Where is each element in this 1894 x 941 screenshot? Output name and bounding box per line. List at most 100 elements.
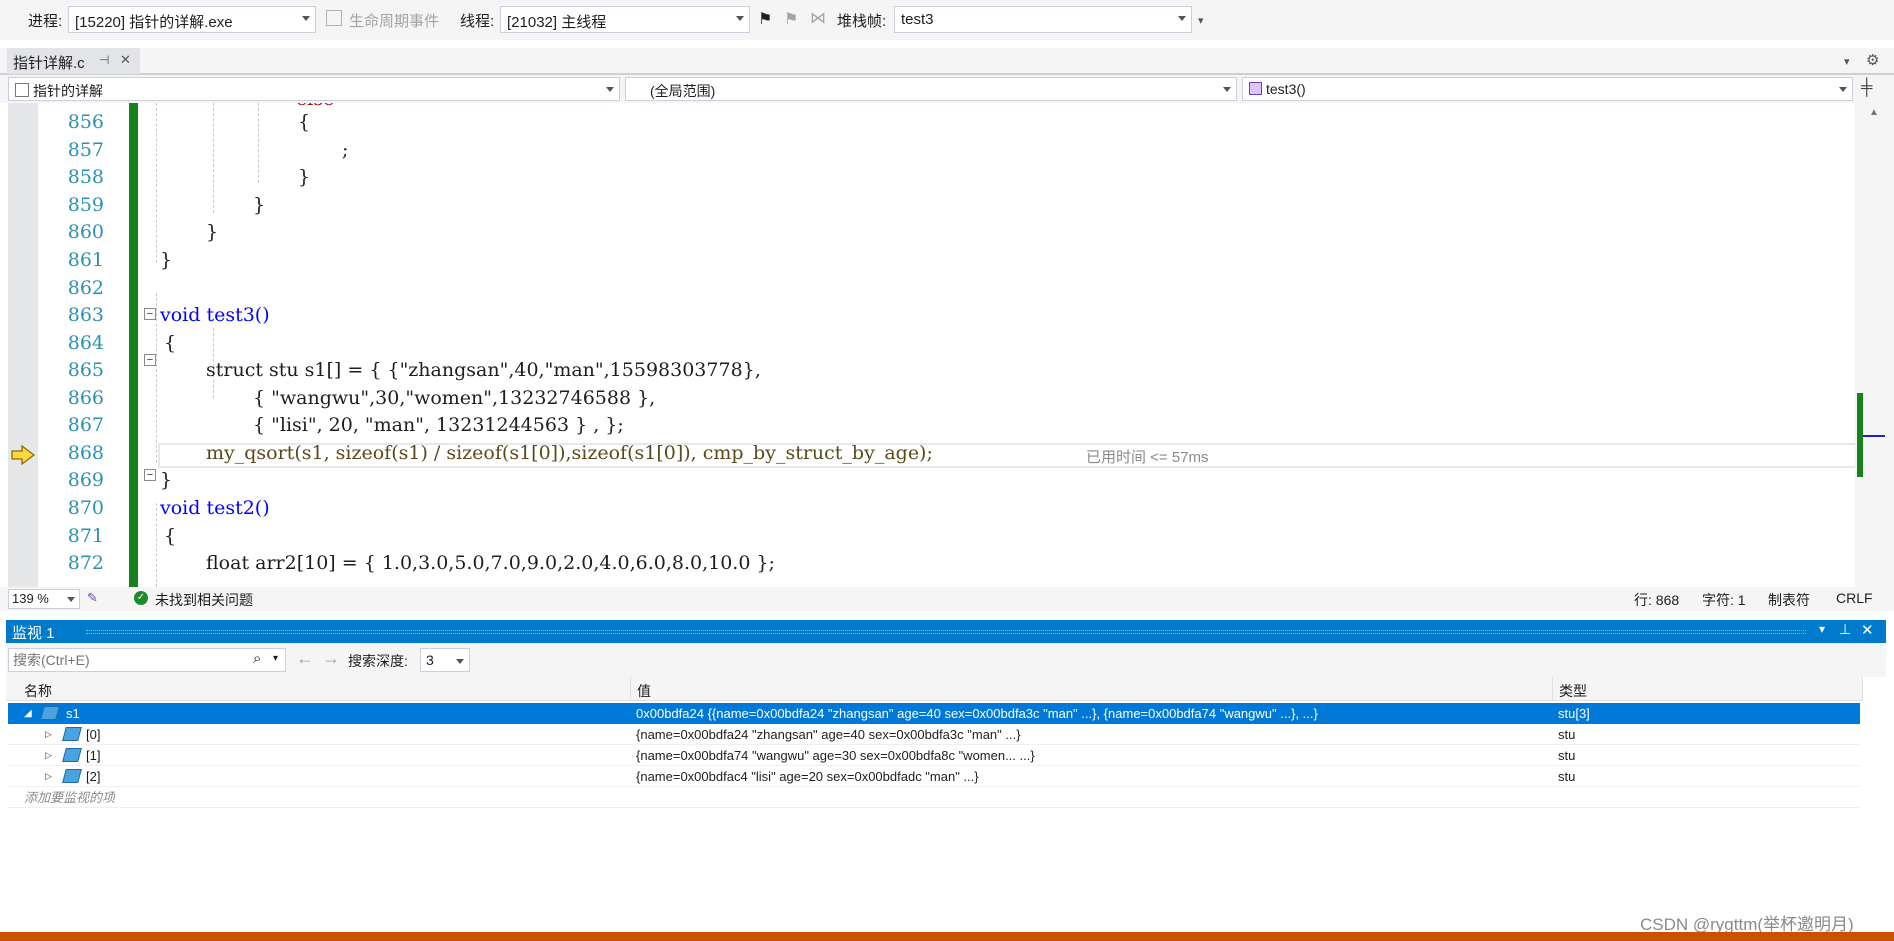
glyph-margin[interactable]	[8, 103, 38, 587]
indent-guide	[258, 103, 259, 183]
collapse-arrow-icon[interactable]: ◢	[24, 703, 32, 724]
document-tab-strip: 指针详解.c ⊣ ✕ ▾ ⚙	[0, 48, 1894, 75]
add-watch-row[interactable]: 添加要监视的项	[8, 787, 1860, 808]
eol-indicator[interactable]: CRLF	[1836, 590, 1873, 606]
watch-grid: 名称 值 类型 ◢ s1 0x00bdfa24 {{name=0x00bdfa2…	[6, 677, 1886, 932]
project-select[interactable]: 指针的详解	[8, 77, 620, 101]
zoom-value: 139 %	[12, 591, 49, 606]
document-tab[interactable]: 指针详解.c ⊣ ✕	[7, 48, 140, 74]
watch-type: stu	[1558, 727, 1576, 742]
project-value: 指针的详解	[33, 83, 103, 99]
zoom-select[interactable]: 139 %	[8, 589, 80, 609]
scroll-up-icon[interactable]: ▲	[1869, 107, 1879, 118]
code-line: }	[160, 249, 173, 271]
function-select[interactable]: test3()	[1242, 77, 1853, 101]
column-header-label: 值	[637, 683, 651, 699]
toolbar-overflow-icon[interactable]: ▾	[1198, 14, 1204, 27]
line-number: 868	[67, 442, 104, 464]
chevron-down-icon[interactable]: ▾	[273, 653, 278, 664]
merge-icon[interactable]: ⋈	[810, 8, 826, 28]
issues-status[interactable]: 未找到相关问题	[155, 590, 253, 610]
line-number: 859	[67, 194, 104, 216]
watch-row[interactable]: ▷ [1] {name=0x00bdfa74 "wangwu" age=30 s…	[8, 745, 1860, 766]
forward-arrow-icon[interactable]: →	[322, 648, 340, 669]
close-icon[interactable]: ✕	[1861, 621, 1874, 639]
gear-icon[interactable]: ⚙	[1866, 51, 1879, 69]
thread-select[interactable]: [21032] 主线程	[500, 6, 750, 33]
back-arrow-icon[interactable]: ←	[296, 648, 314, 669]
line-indicator[interactable]: 行: 868	[1634, 590, 1679, 610]
watch-name: s1	[66, 706, 80, 721]
char-indicator[interactable]: 字符: 1	[1702, 590, 1746, 610]
line-number: 864	[67, 332, 104, 354]
collapse-toggle[interactable]: −	[144, 354, 156, 366]
check-icon: ✓	[134, 591, 148, 605]
window-menu-icon[interactable]: ▾	[1819, 622, 1825, 636]
watch-window-title-bar[interactable]: 监视 1 ▾ ⊥ ✕	[6, 620, 1886, 643]
column-header-label: 类型	[1559, 683, 1587, 699]
code-line: {	[164, 332, 177, 354]
indent-guide	[156, 503, 157, 587]
watch-value[interactable]: {name=0x00bdfa24 "zhangsan" age=40 sex=0…	[636, 724, 1546, 745]
scope-select[interactable]: (全局范围)	[625, 77, 1237, 101]
watch-value[interactable]: {name=0x00bdfac4 "lisi" age=20 sex=0x00b…	[636, 766, 1546, 787]
expand-arrow-icon[interactable]: ▷	[45, 745, 52, 766]
elapsed-time-hint[interactable]: 已用时间 <= 57ms	[1086, 446, 1209, 467]
search-icon[interactable]: ⌕	[253, 650, 261, 667]
lifecycle-icon	[326, 10, 342, 26]
stackframe-select[interactable]: test3	[894, 6, 1192, 33]
chevron-down-icon	[302, 16, 310, 21]
stackframe-value: test3	[901, 11, 934, 28]
process-value: [15220] 指针的详解.exe	[75, 14, 233, 31]
thread-flag-icon[interactable]: ⚑	[784, 9, 798, 29]
pin-icon[interactable]: ⊥	[1839, 621, 1851, 638]
tabs-indicator[interactable]: 制表符	[1768, 590, 1810, 610]
collapse-toggle[interactable]: −	[144, 469, 156, 481]
add-watch-hint[interactable]: 添加要监视的项	[24, 787, 115, 808]
expand-arrow-icon[interactable]: ▷	[45, 766, 52, 787]
chevron-down-icon	[456, 659, 464, 664]
intellicode-icon[interactable]: ✎	[87, 590, 98, 606]
ide-status-strip	[0, 932, 1894, 941]
watch-search-box[interactable]: ⌕ ▾	[8, 648, 286, 672]
watch-row[interactable]: ▷ [2] {name=0x00bdfac4 "lisi" age=20 sex…	[8, 766, 1860, 787]
column-header-name[interactable]: 名称	[6, 677, 631, 701]
line-number: 871	[67, 525, 104, 547]
line-number: 872	[67, 552, 104, 574]
chevron-down-icon	[1839, 87, 1847, 92]
code-line: {	[298, 111, 311, 133]
watch-type: stu	[1558, 769, 1576, 784]
watch-search-input[interactable]	[9, 649, 237, 671]
indent-guide	[213, 103, 214, 213]
stackframe-label: 堆栈帧:	[837, 13, 887, 30]
close-icon[interactable]: ✕	[120, 52, 131, 68]
column-header-value[interactable]: 值	[631, 677, 1553, 701]
line-number: 865	[67, 359, 104, 381]
struct-array-icon	[40, 706, 60, 720]
method-icon	[1249, 82, 1262, 95]
column-header-type[interactable]: 类型	[1553, 677, 1863, 701]
process-select[interactable]: [15220] 指针的详解.exe	[68, 6, 316, 33]
expand-arrow-icon[interactable]: ▷	[45, 724, 52, 745]
tab-list-dropdown-icon[interactable]: ▾	[1844, 55, 1850, 68]
watch-name: [2]	[86, 769, 101, 784]
scope-value: (全局范围)	[650, 83, 716, 99]
watch-row-selected[interactable]: ◢ s1 0x00bdfa24 {{name=0x00bdfa24 "zhang…	[8, 703, 1860, 724]
search-depth-select[interactable]: 3	[420, 648, 470, 672]
collapse-toggle[interactable]: −	[144, 308, 156, 320]
instruction-pointer-icon[interactable]	[10, 444, 36, 466]
flag-icon[interactable]: ⚑	[758, 9, 772, 29]
split-window-icon[interactable]: ╪	[1861, 79, 1872, 97]
struct-icon	[62, 748, 82, 762]
code-editor[interactable]: else − − − 856 857 858 859 860 861 862 8…	[8, 103, 1855, 587]
watch-type: stu[3]	[1558, 706, 1590, 721]
code-line: }	[298, 166, 311, 188]
vertical-scrollbar[interactable]: ▲	[1855, 103, 1894, 587]
lifecycle-events-button[interactable]: 生命周期事件	[349, 10, 439, 31]
watch-value[interactable]: 0x00bdfa24 {{name=0x00bdfa24 "zhangsan" …	[636, 703, 1546, 724]
line-number: 869	[67, 469, 104, 491]
pin-icon[interactable]: ⊣	[99, 53, 109, 67]
watch-row[interactable]: ▷ [0] {name=0x00bdfa24 "zhangsan" age=40…	[8, 724, 1860, 745]
watch-value[interactable]: {name=0x00bdfa74 "wangwu" age=30 sex=0x0…	[636, 745, 1546, 766]
line-number: 867	[67, 414, 104, 436]
